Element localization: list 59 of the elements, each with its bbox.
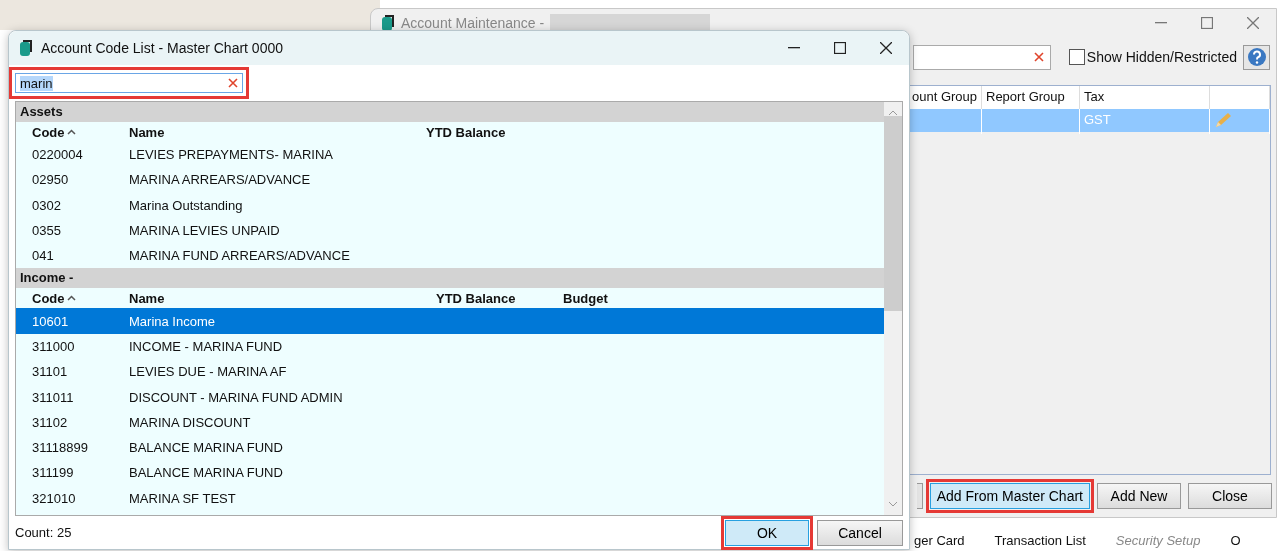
name-cell-text: Marina Income — [129, 313, 216, 329]
column-header[interactable]: Code — [32, 291, 129, 306]
code-cell-text: 31102 — [32, 414, 69, 430]
toolbar-item[interactable]: ger Card — [914, 533, 965, 548]
column-header[interactable]: YTD Balance — [426, 124, 553, 140]
column-header[interactable]: Name — [129, 124, 426, 140]
name-cell-text: BALANCE MARINA FUND — [129, 465, 284, 481]
name-cell-text: LEVIES DUE - MARINA AF — [129, 364, 288, 380]
name-cell-text: MARINA LEVIES UNPAID — [129, 223, 281, 239]
column-header[interactable]: YTD Balance — [436, 291, 563, 306]
close-button[interactable]: Close — [1188, 483, 1272, 509]
code-cell-text: 0355 — [32, 223, 62, 239]
list-row[interactable]: 31118899 BALANCE MARINA FUND — [16, 434, 884, 461]
name-cell-text: MARINA FUND ARREARS/ADVANCE — [129, 248, 351, 264]
code-cell-text: 10601 — [32, 313, 70, 329]
cancel-button[interactable]: Cancel — [817, 519, 903, 546]
list-row[interactable]: 0302 Marina Outstanding — [16, 192, 884, 218]
list-row[interactable]: 31102 MARINA DISCOUNT — [16, 409, 884, 435]
count-label: Count: 25 — [15, 525, 72, 540]
list-row[interactable]: 31101 LEVIES DUE - MARINA AF — [16, 359, 884, 385]
name-cell-text: BALANCE MARINA FUND — [129, 440, 284, 456]
code-cell-text: 041 — [32, 248, 55, 264]
list-row[interactable]: 321010 MARINA SF TEST — [16, 485, 884, 511]
name-cell-text: LEVIES PREPAYMENTS- MARINA — [129, 147, 334, 163]
name-cell-text: Marina Outstanding — [129, 197, 244, 213]
toolbar-item[interactable]: O — [1230, 533, 1241, 548]
column-header[interactable]: Name — [129, 291, 436, 306]
dialog-title: Account Code List - Master Chart 0000 — [41, 40, 283, 56]
column-header[interactable]: Budget — [563, 291, 884, 306]
code-cell-text: 321010 — [32, 490, 77, 506]
list-row[interactable]: 02950 MARINA ARREARS/ADVANCE — [16, 167, 884, 193]
code-cell-text: 02950 — [32, 172, 70, 188]
column-header[interactable]: Code — [32, 124, 129, 140]
group-header: Assets — [16, 102, 884, 122]
name-cell-text: MARINA DISCOUNT — [129, 414, 252, 430]
code-cell-text: 31118899 — [32, 440, 89, 456]
list-row[interactable]: 0355 MARINA LEVIES UNPAID — [16, 217, 884, 244]
list-row[interactable]: 0220004 LEVIES PREPAYMENTS- MARINA — [16, 142, 884, 168]
list-row[interactable]: 311011 DISCOUNT - MARINA FUND ADMIN — [16, 384, 884, 410]
name-cell-text: MARINA ARREARS/ADVANCE — [129, 172, 312, 188]
list-row[interactable]: 041 MARINA FUND ARREARS/ADVANCE — [16, 243, 884, 269]
code-cell-text: 311011 — [32, 389, 75, 405]
list-row[interactable]: 10601 Marina Income — [16, 308, 884, 334]
table-cell: GST — [1080, 109, 1210, 134]
window-title: Account Maintenance - — [401, 15, 545, 31]
code-cell-text: 311199 — [32, 465, 75, 481]
list-row[interactable]: 311000 INCOME - MARINA FUND — [16, 333, 884, 360]
show-hidden-checkbox[interactable]: Show Hidden/Restricted — [1068, 49, 1237, 65]
code-cell-text: 311000 — [32, 338, 76, 354]
add-new-button[interactable]: Add New — [1097, 483, 1181, 509]
name-cell-text: MARINA SF TEST — [129, 490, 237, 506]
code-cell-text: 0302 — [32, 197, 62, 213]
list-row[interactable]: 311199 BALANCE MARINA FUND — [16, 460, 884, 486]
group-header: Income - — [16, 268, 884, 289]
code-cell-text: 31101 — [32, 364, 69, 380]
toolbar-item[interactable]: Transaction List — [994, 533, 1086, 548]
name-cell-text: DISCOUNT - MARINA FUND ADMIN — [129, 389, 344, 405]
code-cell-text: 0220004 — [32, 147, 84, 163]
name-cell-text: INCOME - MARINA FUND — [129, 338, 284, 354]
